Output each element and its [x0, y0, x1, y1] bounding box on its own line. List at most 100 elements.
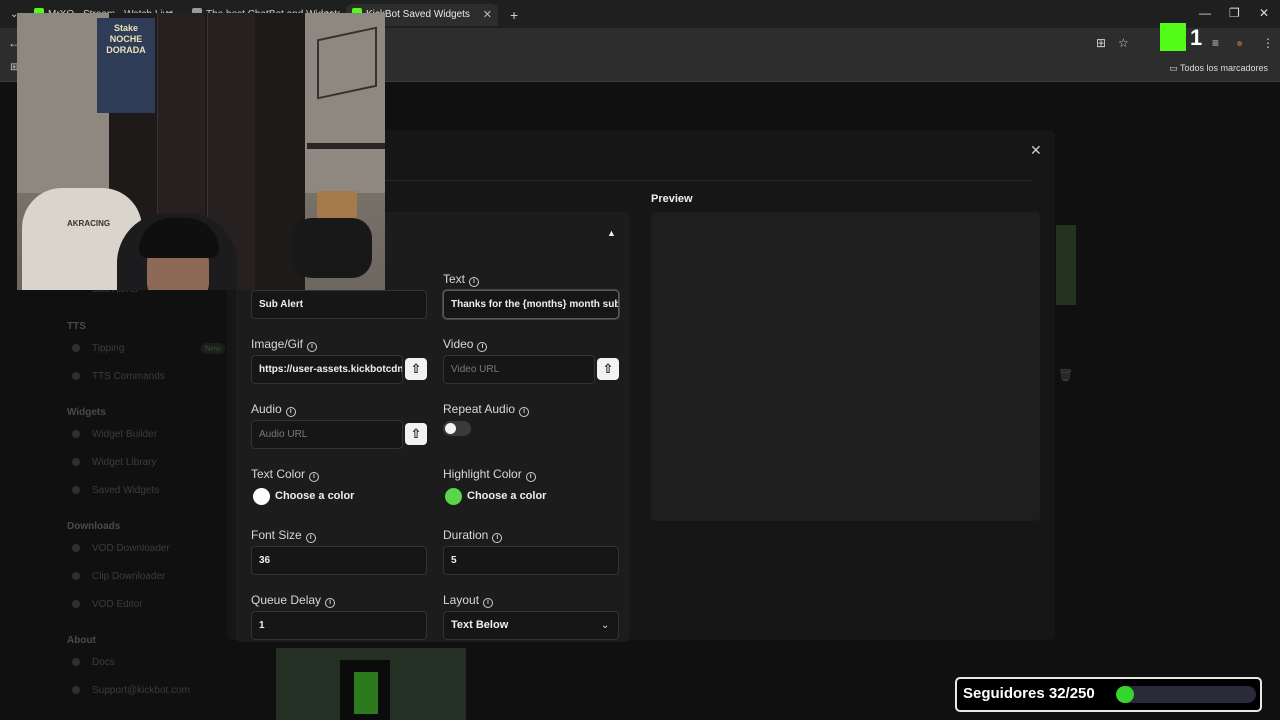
sidebar-item-tipping[interactable]: Tipping: [72, 343, 124, 354]
upload-image-icon[interactable]: ⇧: [405, 358, 427, 380]
highlight-color-label-text: Highlight Color: [443, 467, 522, 481]
new-tab-button[interactable]: +: [504, 4, 522, 26]
upload-audio-icon[interactable]: ⇧: [405, 423, 427, 445]
text-label-text: Text: [443, 272, 466, 286]
video-url-input[interactable]: Video URL: [443, 355, 595, 384]
trash-icon[interactable]: 🗑: [1058, 368, 1073, 382]
repeat-audio-label: Repeat Audio i: [443, 402, 530, 417]
followers-progress-fill: [1116, 686, 1134, 703]
highlight-color-label: Highlight Color i: [443, 467, 536, 482]
widget-card-thumbnail: [1056, 225, 1076, 305]
sidebar-item-tts-commands[interactable]: TTS Commands: [72, 371, 165, 382]
followers-progress-track: [1116, 686, 1256, 703]
sidebar-item-widget-library[interactable]: Widget Library: [72, 457, 156, 468]
minimize-icon[interactable]: —: [1199, 6, 1211, 20]
media-icon[interactable]: ≡: [1212, 36, 1219, 50]
text-color-swatch[interactable]: [253, 488, 270, 505]
folder-icon: ▭: [1169, 63, 1180, 73]
sidebar-item-label: Tipping: [92, 343, 125, 354]
info-icon[interactable]: i: [519, 407, 530, 417]
grid-icon: [72, 458, 80, 466]
sidebar-item-label: VOD Editor: [92, 599, 143, 610]
repeat-audio-toggle[interactable]: [443, 421, 471, 436]
profile-avatar[interactable]: ●: [1236, 36, 1243, 50]
sidebar-item-label: Saved Widgets: [92, 485, 160, 496]
preview-label: Preview: [651, 193, 693, 205]
chevron-down-icon: ⌄: [601, 620, 610, 631]
info-icon[interactable]: i: [477, 342, 488, 352]
sidebar-item-vod-editor[interactable]: VOD Editor: [72, 599, 143, 610]
sidebar-item-widget-builder[interactable]: Widget Builder: [72, 429, 157, 440]
sidebar-item-docs[interactable]: Docs: [72, 657, 115, 668]
duration-label: Duration i: [443, 528, 503, 543]
upload-video-icon[interactable]: ⇧: [597, 358, 619, 380]
sidebar-item-label: VOD Downloader: [92, 543, 170, 554]
info-icon[interactable]: i: [307, 342, 318, 352]
webcam-overlay: Stake NOCHE DORADA AKRACING: [17, 13, 385, 290]
webcam-wall-mount: [317, 26, 377, 100]
webcam-chair-text: AKRACING: [67, 219, 111, 228]
edit-icon: [72, 600, 80, 608]
font-size-label-text: Font Size: [251, 528, 302, 542]
font-size-input[interactable]: 36: [251, 546, 427, 575]
queue-delay-label-text: Queue Delay: [251, 593, 322, 607]
repeat-audio-label-text: Repeat Audio: [443, 402, 516, 416]
info-icon[interactable]: i: [305, 533, 316, 543]
sidebar-item-label: Docs: [92, 657, 115, 668]
kick-k-icon: [354, 672, 378, 714]
sidebar-item-label: Clip Downloader: [92, 571, 166, 582]
info-icon[interactable]: i: [309, 472, 320, 482]
menu-kebab-icon[interactable]: ⋮: [1262, 36, 1274, 50]
info-icon[interactable]: i: [469, 277, 480, 287]
webcam-bike: [292, 218, 372, 278]
queue-delay-input[interactable]: 1: [251, 611, 427, 640]
sidebar-item-vod-downloader[interactable]: VOD Downloader: [72, 543, 170, 554]
image-label-text: Image/Gif: [251, 337, 304, 351]
new-badge: New: [201, 343, 226, 354]
audio-label-text: Audio: [251, 402, 282, 416]
text-color-label: Text Color i: [251, 467, 320, 482]
restore-icon[interactable]: ❐: [1229, 6, 1240, 20]
layout-select[interactable]: Text Below: [443, 611, 619, 640]
audio-label: Audio i: [251, 402, 296, 417]
sidebar-heading-about: About: [67, 635, 96, 646]
close-tab-icon[interactable]: ✕: [483, 4, 492, 26]
audio-url-input[interactable]: Audio URL: [251, 420, 403, 449]
sidebar-heading-tts: TTS: [67, 321, 86, 332]
code-icon: [72, 430, 80, 438]
window-close-icon[interactable]: ✕: [1259, 6, 1269, 20]
info-icon[interactable]: i: [492, 533, 503, 543]
info-icon[interactable]: i: [325, 598, 336, 608]
toggle-knob: [445, 423, 456, 434]
kick-logo-icon: [1160, 23, 1186, 51]
info-icon[interactable]: i: [483, 598, 494, 608]
sidebar-item-support[interactable]: Support@kickbot.com: [72, 685, 190, 696]
alert-name-input[interactable]: Sub Alert: [251, 290, 427, 319]
image-gif-label: Image/Gif i: [251, 337, 318, 352]
image-url-input[interactable]: https://user-assets.kickbotcdn.c: [251, 355, 403, 384]
video-label: Video i: [443, 337, 488, 352]
collapse-caret-icon[interactable]: ▲: [607, 228, 616, 238]
text-color-choose[interactable]: Choose a color: [275, 490, 354, 502]
star-icon[interactable]: ☆: [1118, 36, 1129, 50]
translate-icon[interactable]: ⊞: [1096, 36, 1106, 50]
info-icon[interactable]: i: [285, 407, 296, 417]
webcam-box: [317, 191, 357, 219]
sidebar-heading-widgets: Widgets: [67, 407, 106, 418]
tipping-icon: [72, 344, 80, 352]
sidebar-item-saved-widgets[interactable]: Saved Widgets: [72, 485, 159, 496]
highlight-color-choose[interactable]: Choose a color: [467, 490, 546, 502]
info-icon[interactable]: i: [525, 472, 536, 482]
kick-viewer-count: 1: [1190, 25, 1203, 50]
close-icon[interactable]: ✕: [1030, 142, 1042, 159]
modal-divider: [385, 180, 1033, 181]
alert-text-input[interactable]: Thanks for the {months} month sub: [443, 290, 619, 319]
at-icon: [72, 686, 80, 694]
sidebar-item-clip-downloader[interactable]: Clip Downloader: [72, 571, 165, 582]
duration-label-text: Duration: [443, 528, 489, 542]
sidebar-item-label: Widget Library: [92, 457, 157, 468]
duration-input[interactable]: 5: [443, 546, 619, 575]
all-bookmarks-link[interactable]: ▭ Todos los marcadores: [1169, 63, 1268, 74]
webcam-banner: Stake NOCHE DORADA: [97, 18, 155, 113]
highlight-color-swatch[interactable]: [445, 488, 462, 505]
